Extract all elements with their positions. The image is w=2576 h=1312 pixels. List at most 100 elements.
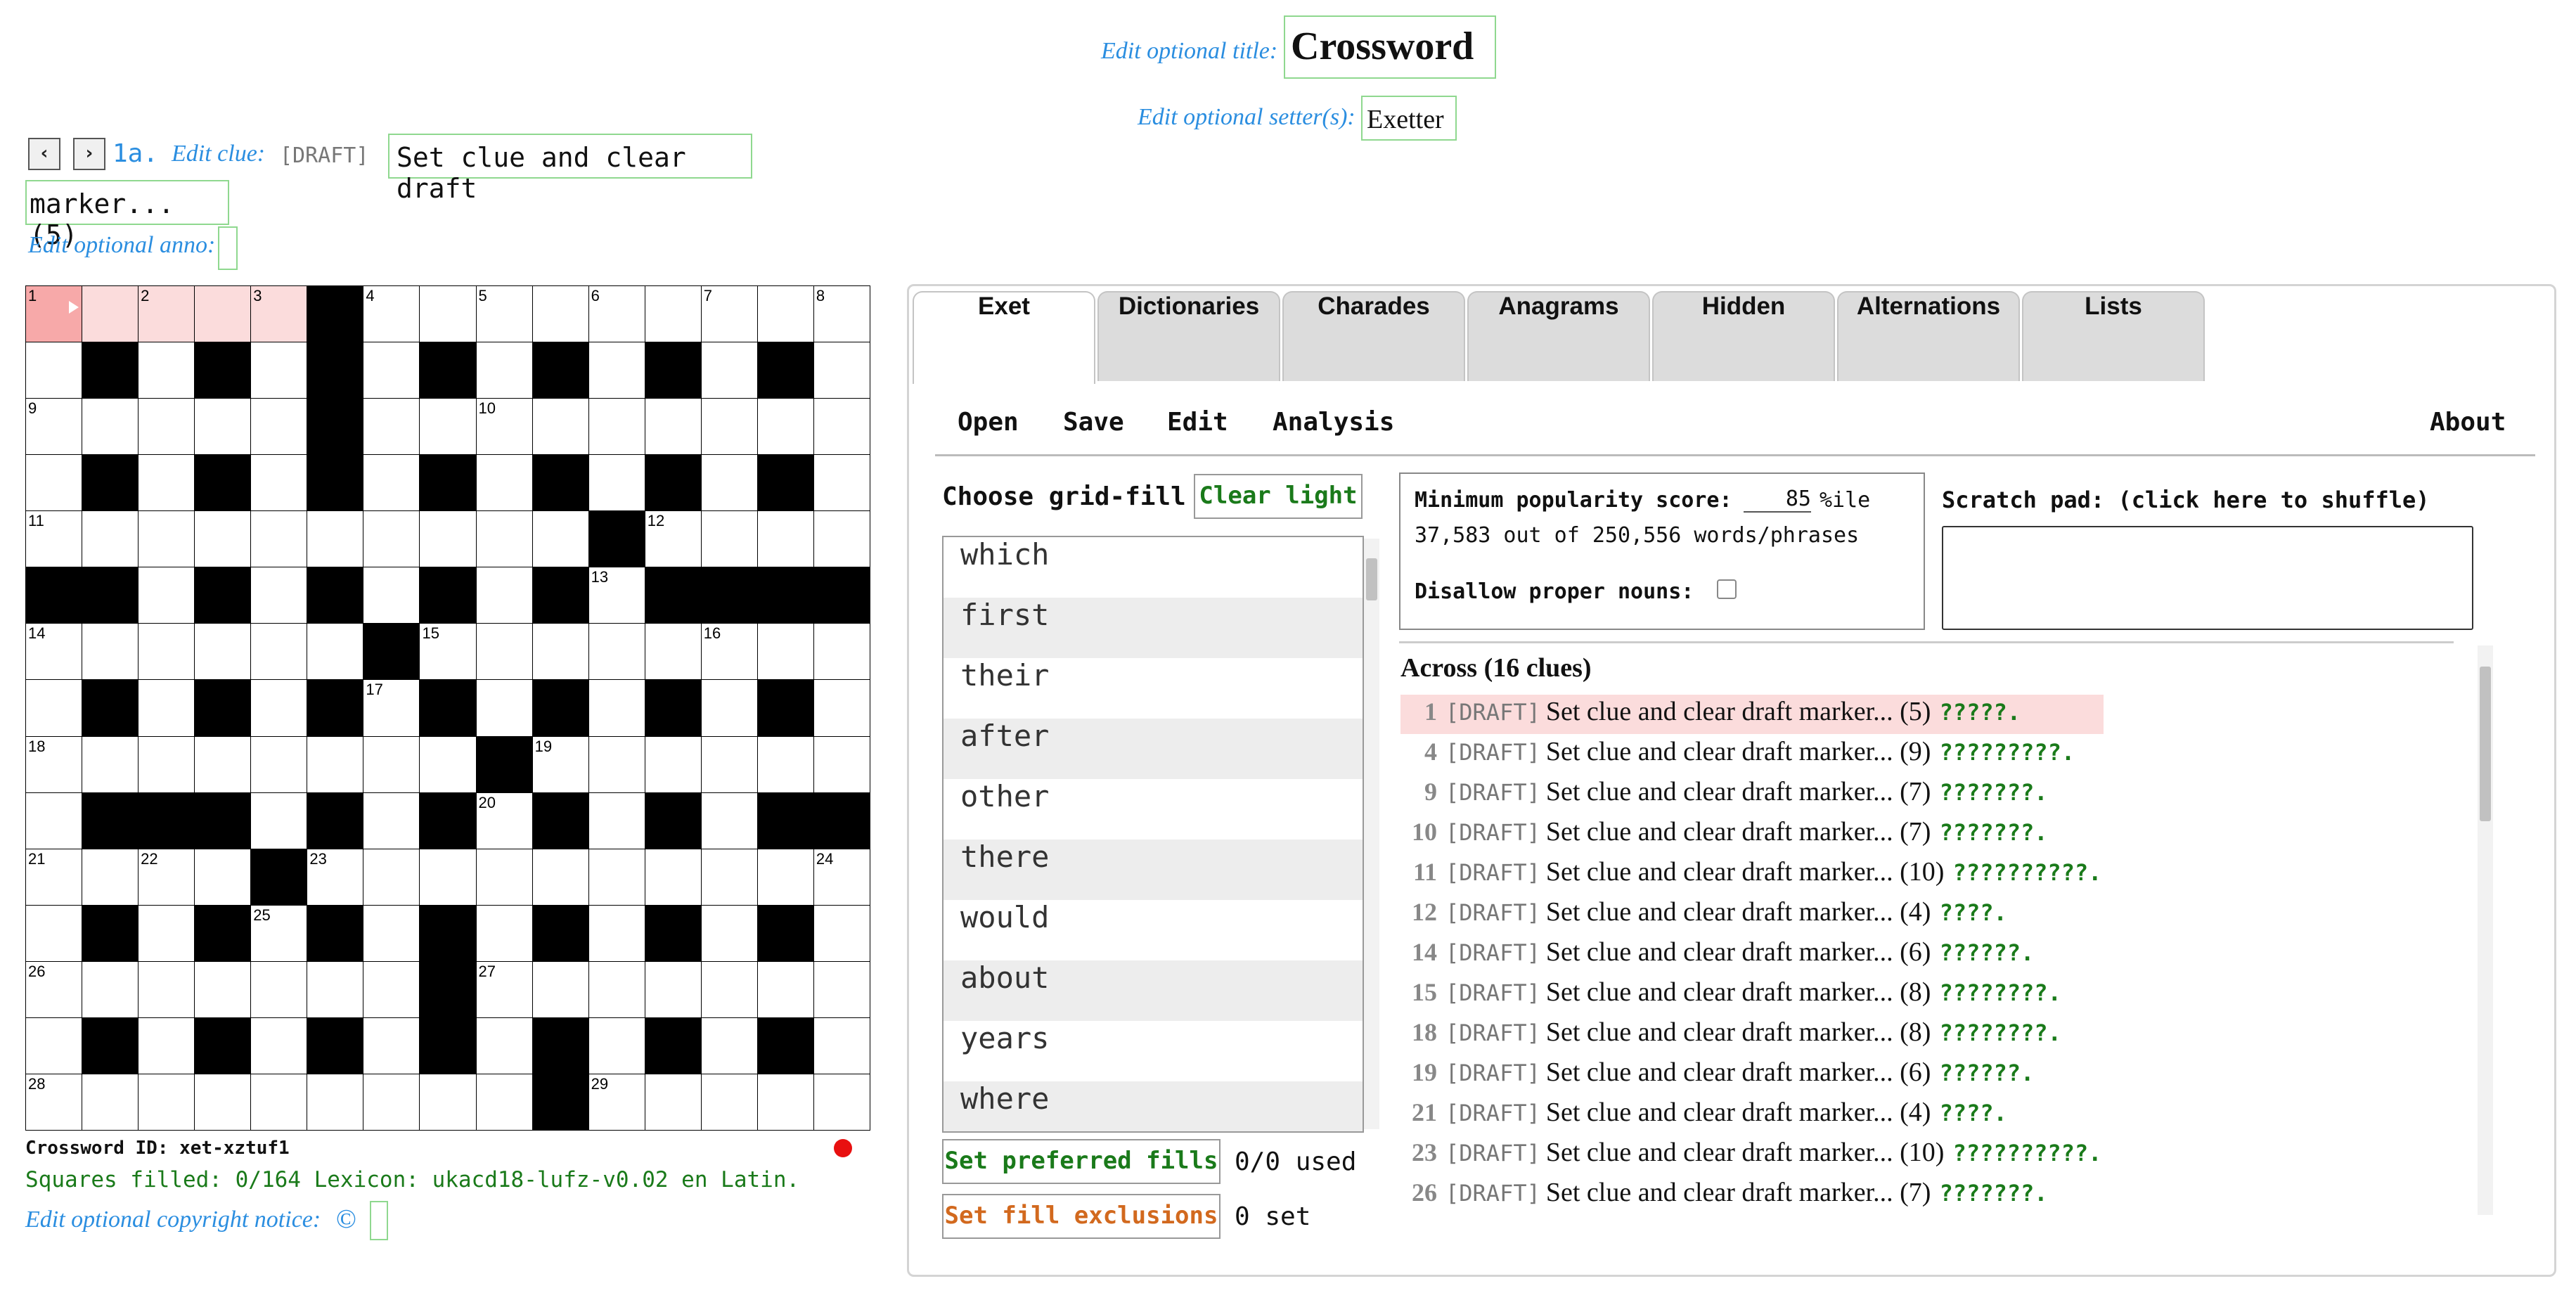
grid-cell[interactable] <box>756 623 814 681</box>
grid-cell[interactable] <box>138 567 195 624</box>
grid-cell[interactable] <box>588 398 645 456</box>
copyright-field[interactable] <box>370 1201 388 1240</box>
grid-cell[interactable] <box>532 848 589 906</box>
clues-scroll-thumb[interactable] <box>2480 667 2491 821</box>
grid-cell[interactable] <box>532 285 589 343</box>
prev-clue-button[interactable]: ‹ <box>28 138 60 170</box>
tab-hidden[interactable]: Hidden <box>1652 291 1835 381</box>
grid-cell[interactable] <box>250 623 308 681</box>
grid-cell[interactable] <box>475 623 533 681</box>
gridfill-list[interactable]: which first their after other there would about… <box>942 536 1364 1133</box>
grid-cell[interactable]: 27 <box>475 960 533 1018</box>
grid-cell[interactable] <box>82 623 139 681</box>
grid-cell[interactable]: 12 <box>644 510 702 568</box>
grid-cell[interactable] <box>588 679 645 737</box>
grid-cell[interactable] <box>250 1017 308 1074</box>
grid-cell[interactable] <box>700 510 758 568</box>
tab-charades[interactable]: Charades <box>1282 291 1465 381</box>
tab-lists[interactable]: Lists <box>2022 291 2205 381</box>
across-clue[interactable]: 11 [DRAFT] Set clue and clear draft marker… <box>1403 856 2101 893</box>
grid-cell[interactable]: 16 <box>700 623 758 681</box>
grid-cell[interactable] <box>588 848 645 906</box>
grid-cell[interactable] <box>307 1073 364 1131</box>
grid-cell[interactable] <box>363 1017 420 1074</box>
scratch-label[interactable]: Scratch pad: (click here to shuffle) <box>1942 487 2430 513</box>
gridfill-option[interactable]: their <box>944 658 1363 719</box>
grid-cell[interactable] <box>588 623 645 681</box>
grid-cell[interactable] <box>194 623 252 681</box>
grid-cell[interactable] <box>419 285 477 343</box>
grid-cell[interactable] <box>194 960 252 1018</box>
popularity-input[interactable]: 85 <box>1744 487 1811 513</box>
grid-cell[interactable] <box>475 1073 533 1131</box>
grid-cell[interactable] <box>363 960 420 1018</box>
grid-cell[interactable] <box>813 735 870 793</box>
gridfill-option[interactable]: other <box>944 779 1363 840</box>
grid-cell[interactable] <box>700 1073 758 1131</box>
grid-cell[interactable]: 23 <box>307 848 364 906</box>
grid-cell[interactable] <box>475 342 533 399</box>
grid-cell[interactable] <box>813 623 870 681</box>
grid-cell[interactable]: 3 <box>250 285 308 343</box>
clue-text-field-cont[interactable]: marker... (5) <box>25 180 229 250</box>
grid-cell[interactable] <box>813 510 870 568</box>
grid-cell[interactable]: 14 <box>25 623 83 681</box>
grid-cell[interactable] <box>363 342 420 399</box>
gridfill-option[interactable]: years <box>944 1021 1363 1081</box>
grid-cell[interactable] <box>644 960 702 1018</box>
grid-cell[interactable] <box>194 1073 252 1131</box>
grid-cell[interactable] <box>363 848 420 906</box>
grid-cell[interactable]: 26 <box>25 960 83 1018</box>
grid-cell[interactable] <box>588 792 645 849</box>
gridfill-option[interactable]: first <box>944 598 1363 658</box>
proper-nouns-checkbox[interactable] <box>1717 579 1737 599</box>
grid-cell[interactable] <box>250 342 308 399</box>
grid-cell[interactable]: 28 <box>25 1073 83 1131</box>
grid-cell[interactable] <box>250 510 308 568</box>
grid-cell[interactable] <box>25 342 83 399</box>
grid-cell[interactable] <box>25 1017 83 1074</box>
gridfill-option[interactable]: would <box>944 900 1363 960</box>
grid-cell[interactable] <box>307 735 364 793</box>
grid-cell[interactable] <box>644 848 702 906</box>
gridfill-option[interactable]: where <box>944 1081 1363 1131</box>
grid-cell[interactable] <box>644 285 702 343</box>
gridfill-option[interactable]: which <box>944 537 1363 598</box>
grid-cell[interactable]: 6 <box>588 285 645 343</box>
grid-cell[interactable] <box>419 735 477 793</box>
tab-anagrams[interactable]: Anagrams <box>1467 291 1650 381</box>
grid-cell[interactable] <box>532 510 589 568</box>
grid-cell[interactable] <box>419 848 477 906</box>
grid-cell[interactable] <box>138 679 195 737</box>
grid-cell[interactable] <box>250 398 308 456</box>
scratch-pad-textarea[interactable] <box>1942 526 2473 630</box>
grid-cell[interactable] <box>813 679 870 737</box>
grid-cell[interactable] <box>700 735 758 793</box>
grid-cell[interactable] <box>475 567 533 624</box>
grid-cell[interactable] <box>475 679 533 737</box>
grid-cell[interactable] <box>82 1073 139 1131</box>
grid-cell[interactable]: 9 <box>25 398 83 456</box>
grid-cell[interactable] <box>82 398 139 456</box>
grid-cell[interactable] <box>700 342 758 399</box>
grid-cell[interactable] <box>82 848 139 906</box>
grid-cell[interactable] <box>813 1017 870 1074</box>
grid-cell[interactable] <box>644 623 702 681</box>
grid-cell[interactable] <box>419 398 477 456</box>
tab-alternations[interactable]: Alternations <box>1837 291 2020 381</box>
grid-cell[interactable] <box>363 454 420 512</box>
grid-cell[interactable] <box>700 679 758 737</box>
grid-cell[interactable]: 19 <box>532 735 589 793</box>
across-clue[interactable]: 15 [DRAFT] Set clue and clear draft marker… <box>1403 977 2061 1013</box>
grid-cell[interactable] <box>250 960 308 1018</box>
set-fill-exclusions-button[interactable]: Set fill exclusions <box>942 1194 1221 1239</box>
grid-cell[interactable] <box>588 342 645 399</box>
grid-cell[interactable] <box>532 960 589 1018</box>
grid-cell[interactable] <box>25 679 83 737</box>
grid-cell[interactable] <box>307 960 364 1018</box>
grid-cell[interactable] <box>363 1073 420 1131</box>
menu-save[interactable]: Save <box>1063 408 1124 437</box>
grid-cell[interactable] <box>250 679 308 737</box>
gridfill-scrollbar[interactable] <box>1364 539 1379 1129</box>
grid-cell[interactable] <box>363 398 420 456</box>
